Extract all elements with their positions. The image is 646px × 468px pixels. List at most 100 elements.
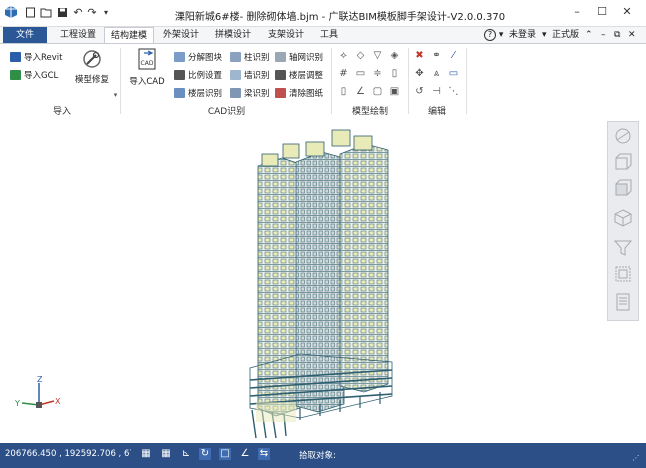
beam-recognize-label: 梁识别 bbox=[244, 88, 270, 99]
column-draw-icon[interactable]: ▯ bbox=[389, 68, 400, 79]
beam-recognize-button[interactable]: 梁识别 bbox=[230, 86, 270, 99]
slab-draw-icon[interactable]: ▢ bbox=[372, 86, 383, 97]
opening-draw-icon[interactable]: ▣ bbox=[389, 86, 400, 97]
undo-icon[interactable]: ↶ bbox=[72, 6, 84, 19]
app-logo-icon bbox=[5, 6, 17, 18]
wall-recognize-button[interactable]: 墙识别 bbox=[230, 68, 270, 81]
close-button[interactable]: ✕ bbox=[618, 4, 636, 20]
filter-draw-icon[interactable]: ▽ bbox=[372, 50, 383, 61]
menu-bar: 文件 工程设置 结构建模 外架设计 拼模设计 支架设计 工具 ? ▾ 未登录 ▾… bbox=[0, 27, 646, 45]
break-icon[interactable]: ⋱ bbox=[448, 86, 459, 97]
floor-adjust-button[interactable]: 楼层调整 bbox=[275, 68, 323, 81]
trim-icon[interactable]: ⊣ bbox=[431, 86, 442, 97]
model-repair-button[interactable]: 模型修复 bbox=[74, 48, 110, 85]
clear-drawing-button[interactable]: 清除图纸 bbox=[275, 86, 323, 99]
revit-icon bbox=[10, 51, 21, 62]
extend-icon[interactable]: ⁄ bbox=[448, 50, 459, 61]
scale-setting-button[interactable]: 比例设置 bbox=[174, 68, 222, 81]
view-cube-front-icon[interactable] bbox=[613, 178, 633, 198]
help-icon: ? bbox=[484, 29, 496, 41]
explode-block-label: 分解图块 bbox=[188, 52, 223, 63]
maximize-button[interactable]: ☐ bbox=[593, 4, 611, 20]
window-title: 溧阳新城6#楼- 删除砌体墙.bjm - 广联达BIM模板脚手架设计-V2.0.… bbox=[174, 12, 506, 23]
import-revit-button[interactable]: 导入Revit bbox=[10, 50, 62, 63]
tab-formwork-design[interactable]: 拼模设计 bbox=[209, 27, 257, 43]
svg-text:CAD: CAD bbox=[141, 60, 154, 67]
scale-icon bbox=[174, 69, 185, 80]
column-icon bbox=[230, 51, 241, 62]
floor-recognize-icon bbox=[174, 87, 185, 98]
grid-draw-icon[interactable]: # bbox=[338, 68, 349, 79]
model-draw-group-title: 模型绘制 bbox=[351, 107, 388, 117]
axis-x-label: X bbox=[55, 397, 61, 406]
point-draw-icon[interactable]: ⟡ bbox=[338, 50, 349, 61]
import-gcl-button[interactable]: 导入GCL bbox=[10, 68, 58, 81]
import-cad-button[interactable]: CAD 导入CAD bbox=[126, 48, 168, 87]
line-draw-icon[interactable]: ▯ bbox=[338, 86, 349, 97]
column-recognize-label: 柱识别 bbox=[244, 52, 270, 63]
tab-support-design[interactable]: 支架设计 bbox=[262, 27, 310, 43]
orbit-icon[interactable] bbox=[613, 126, 633, 146]
quick-access-dropdown-icon[interactable]: ▾ bbox=[100, 6, 112, 18]
gcl-icon bbox=[10, 69, 21, 80]
edition-label[interactable]: 正式版 bbox=[552, 27, 579, 43]
3d-viewport[interactable]: Z Y X bbox=[0, 118, 646, 442]
wall-recognize-label: 墙识别 bbox=[244, 70, 270, 81]
view-cube-top-icon[interactable] bbox=[613, 152, 633, 172]
delete-icon[interactable]: ✖ bbox=[414, 50, 425, 61]
building-model bbox=[249, 129, 393, 439]
slope-draw-icon[interactable]: ∠ bbox=[355, 86, 366, 97]
axis-z-label: Z bbox=[37, 375, 43, 384]
floor-recognize-button[interactable]: 楼层识别 bbox=[174, 86, 222, 99]
floor-adjust-label: 楼层调整 bbox=[289, 70, 324, 81]
new-file-icon[interactable] bbox=[24, 6, 36, 18]
ortho-icon[interactable]: ⊾ bbox=[180, 448, 192, 460]
floor-recognize-label: 楼层识别 bbox=[188, 88, 223, 99]
grid-recognize-button[interactable]: 轴网识别 bbox=[275, 50, 323, 63]
help-button[interactable]: ? ▾ bbox=[484, 27, 503, 43]
object-snap-icon[interactable]: □ bbox=[219, 448, 231, 460]
sub-minimize-icon[interactable]: – bbox=[601, 27, 606, 43]
tab-tools[interactable]: 工具 bbox=[314, 27, 344, 43]
login-dropdown-icon[interactable]: ▾ bbox=[542, 27, 547, 43]
offset-icon[interactable]: ▭ bbox=[448, 68, 459, 79]
sub-close-icon[interactable]: ✕ bbox=[628, 27, 636, 43]
resize-grip-icon[interactable]: ⋰ bbox=[630, 452, 642, 464]
status-bar: 206766.450 , 192592.706 , 6795 ▦ ▦ ⊾ ↻ □… bbox=[0, 443, 646, 468]
stair-draw-icon[interactable]: ≑ bbox=[372, 68, 383, 79]
move-icon[interactable]: ✥ bbox=[414, 68, 425, 79]
properties-panel-icon[interactable] bbox=[613, 292, 633, 312]
view-iso-icon[interactable] bbox=[613, 208, 633, 228]
rotate-icon[interactable]: ↺ bbox=[414, 86, 425, 97]
tab-scaffold-design[interactable]: 外架设计 bbox=[157, 27, 205, 43]
ribbon-collapse-icon[interactable]: ⌃ bbox=[585, 27, 593, 43]
minimize-button[interactable]: – bbox=[568, 4, 586, 20]
snap-icon[interactable]: ▦ bbox=[140, 448, 152, 460]
mirror-icon[interactable]: ⩓ bbox=[431, 68, 442, 79]
tab-project-settings[interactable]: 工程设置 bbox=[54, 27, 102, 43]
rotate-draw-icon[interactable]: ◈ bbox=[389, 50, 400, 61]
explode-block-button[interactable]: 分解图块 bbox=[174, 50, 222, 63]
grid-toggle-icon[interactable]: ▦ bbox=[160, 448, 172, 460]
file-menu-button[interactable]: 文件 bbox=[3, 27, 47, 43]
wall-draw-icon[interactable]: ▭ bbox=[355, 68, 366, 79]
open-folder-icon[interactable] bbox=[40, 6, 52, 18]
import-cad-label: 导入CAD bbox=[129, 77, 165, 87]
login-status[interactable]: 未登录 bbox=[509, 27, 536, 43]
model-repair-icon bbox=[83, 50, 101, 68]
shape-draw-icon[interactable]: ◇ bbox=[355, 50, 366, 61]
filter-icon[interactable] bbox=[613, 238, 633, 258]
polar-icon[interactable]: ↻ bbox=[199, 448, 211, 460]
redo-icon[interactable]: ↷ bbox=[86, 6, 98, 19]
save-icon[interactable] bbox=[56, 6, 68, 18]
column-recognize-button[interactable]: 柱识别 bbox=[230, 50, 270, 63]
copy-icon[interactable]: ⚭ bbox=[431, 50, 442, 61]
layer-grid-icon[interactable] bbox=[613, 264, 633, 284]
group-divider bbox=[331, 48, 332, 114]
cad-file-icon: CAD bbox=[138, 48, 156, 70]
model-repair-label: 模型修复 bbox=[74, 75, 109, 85]
group-divider bbox=[120, 48, 121, 114]
sub-restore-icon[interactable]: ⧉ bbox=[614, 27, 620, 43]
dynamic-input-icon[interactable]: ⇆ bbox=[258, 448, 270, 460]
angle-icon[interactable]: ∠ bbox=[239, 448, 251, 460]
